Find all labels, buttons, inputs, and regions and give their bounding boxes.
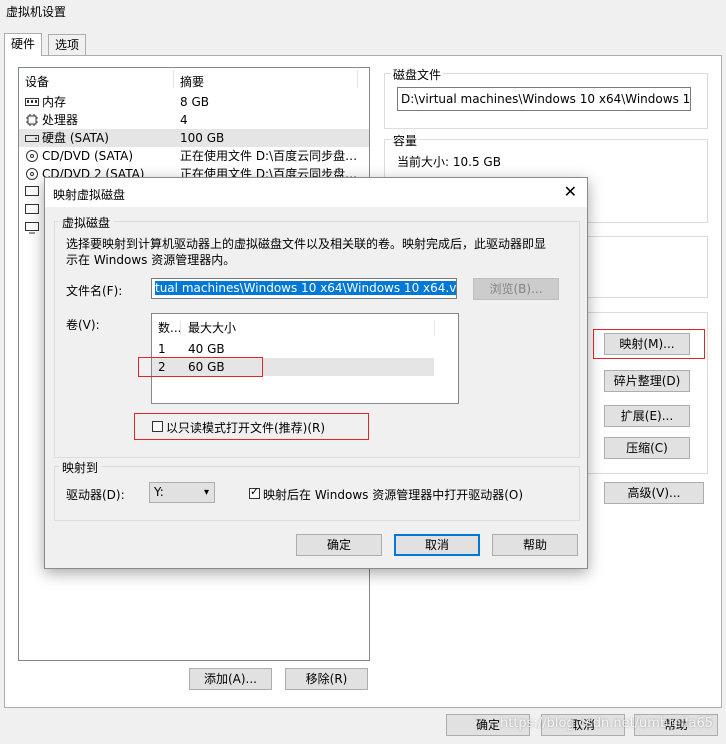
- header-max-size[interactable]: 最大大小: [188, 319, 236, 337]
- drive-value: Y:: [154, 485, 164, 499]
- device-summary: 正在使用文件 D:\百度云同步盘…: [180, 149, 358, 163]
- watermark: https://blog.csdn.net/umbrella65: [500, 716, 714, 731]
- filename-label: 文件名(F):: [66, 284, 123, 298]
- device-row-memory[interactable]: 内存 8 GB: [19, 93, 369, 111]
- header-device[interactable]: 设备: [25, 73, 49, 90]
- browse-button[interactable]: 浏览(B)...: [473, 278, 559, 300]
- dialog-ok-button[interactable]: 确定: [296, 534, 382, 556]
- capacity-label: 容量: [391, 132, 420, 149]
- add-device-button[interactable]: 添加(A)...: [189, 668, 272, 690]
- open-explorer-label[interactable]: 映射后在 Windows 资源管理器中打开驱动器(O): [263, 486, 523, 503]
- tab-strip: 硬件 选项: [4, 33, 124, 56]
- highlight-readonly: [134, 413, 369, 440]
- cpu-icon: [26, 114, 38, 126]
- current-size: 当前大小: 10.5 GB: [397, 155, 501, 169]
- harddisk-icon: [25, 135, 39, 142]
- cdrom-icon: [26, 150, 38, 162]
- expand-button[interactable]: 扩展(E)...: [604, 405, 690, 427]
- highlight-volume-2: [138, 357, 263, 377]
- dialog-help-button[interactable]: 帮助: [492, 534, 578, 556]
- dialog-description: 选择要映射到计算机驱动器上的虚拟磁盘文件以及相关联的卷。映射完成后，此驱动器即显…: [66, 237, 547, 267]
- open-explorer-checkbox[interactable]: [249, 485, 260, 499]
- display-icon: [25, 222, 39, 234]
- device-list-header: 设备 摘要: [19, 68, 369, 90]
- map-to-label: 映射到: [59, 459, 102, 476]
- drive-label: 驱动器(D):: [66, 488, 125, 502]
- defrag-button[interactable]: 碎片整理(D): [604, 370, 690, 392]
- advanced-button[interactable]: 高级(V)...: [604, 482, 704, 504]
- drive-select[interactable]: Y: ▾: [149, 482, 215, 503]
- dialog-cancel-button[interactable]: 取消: [394, 534, 480, 556]
- network-icon: [25, 186, 39, 196]
- close-icon[interactable]: ✕: [564, 182, 577, 202]
- volume-number: 1: [158, 342, 166, 356]
- volume-list-header: 数... 最大大小: [152, 319, 458, 337]
- device-row-processor[interactable]: 处理器 4: [19, 111, 369, 129]
- device-summary: 100 GB: [180, 131, 225, 145]
- header-number[interactable]: 数...: [158, 319, 181, 337]
- usb-icon: [25, 204, 39, 214]
- disk-file-label: 磁盘文件: [391, 66, 444, 83]
- highlight-map: [593, 329, 705, 359]
- device-summary: 8 GB: [180, 95, 209, 109]
- device-name: 处理器: [42, 113, 79, 127]
- filename-input[interactable]: tual machines\Windows 10 x64\Windows 10 …: [151, 278, 457, 299]
- compact-button[interactable]: 压缩(C): [604, 437, 690, 459]
- disk-file-path[interactable]: D:\virtual machines\Windows 10 x64\Windo…: [397, 87, 691, 111]
- virtual-disk-label: 虚拟磁盘: [59, 214, 114, 231]
- dialog-title: 映射虚拟磁盘: [53, 188, 126, 202]
- memory-icon: [25, 98, 39, 106]
- device-summary: 4: [180, 113, 188, 127]
- header-summary[interactable]: 摘要: [180, 73, 204, 90]
- device-name: 内存: [42, 95, 67, 109]
- cdrom-icon: [26, 168, 38, 180]
- map-disk-dialog: 映射虚拟磁盘 ✕ 虚拟磁盘 选择要映射到计算机驱动器上的虚拟磁盘文件以及相关联的…: [44, 177, 588, 569]
- device-row-cdrom[interactable]: CD/DVD (SATA) 正在使用文件 D:\百度云同步盘…: [19, 147, 369, 165]
- window-title: 虚拟机设置: [6, 5, 67, 19]
- volume-label: 卷(V):: [66, 318, 100, 332]
- tab-options[interactable]: 选项: [48, 34, 87, 55]
- volume-row-1[interactable]: 1 40 GB: [152, 340, 434, 358]
- device-name: 硬盘 (SATA): [42, 131, 109, 145]
- tab-hardware[interactable]: 硬件: [4, 33, 43, 56]
- device-name: CD/DVD (SATA): [42, 149, 134, 163]
- device-row-harddisk[interactable]: 硬盘 (SATA) 100 GB: [19, 129, 369, 147]
- filename-value: tual machines\Windows 10 x64\Windows 10 …: [155, 281, 456, 295]
- chevron-down-icon: ▾: [203, 487, 209, 498]
- volume-size: 40 GB: [188, 342, 225, 356]
- remove-device-button[interactable]: 移除(R): [285, 668, 368, 690]
- dialog-title-bar: 映射虚拟磁盘 ✕: [45, 178, 587, 208]
